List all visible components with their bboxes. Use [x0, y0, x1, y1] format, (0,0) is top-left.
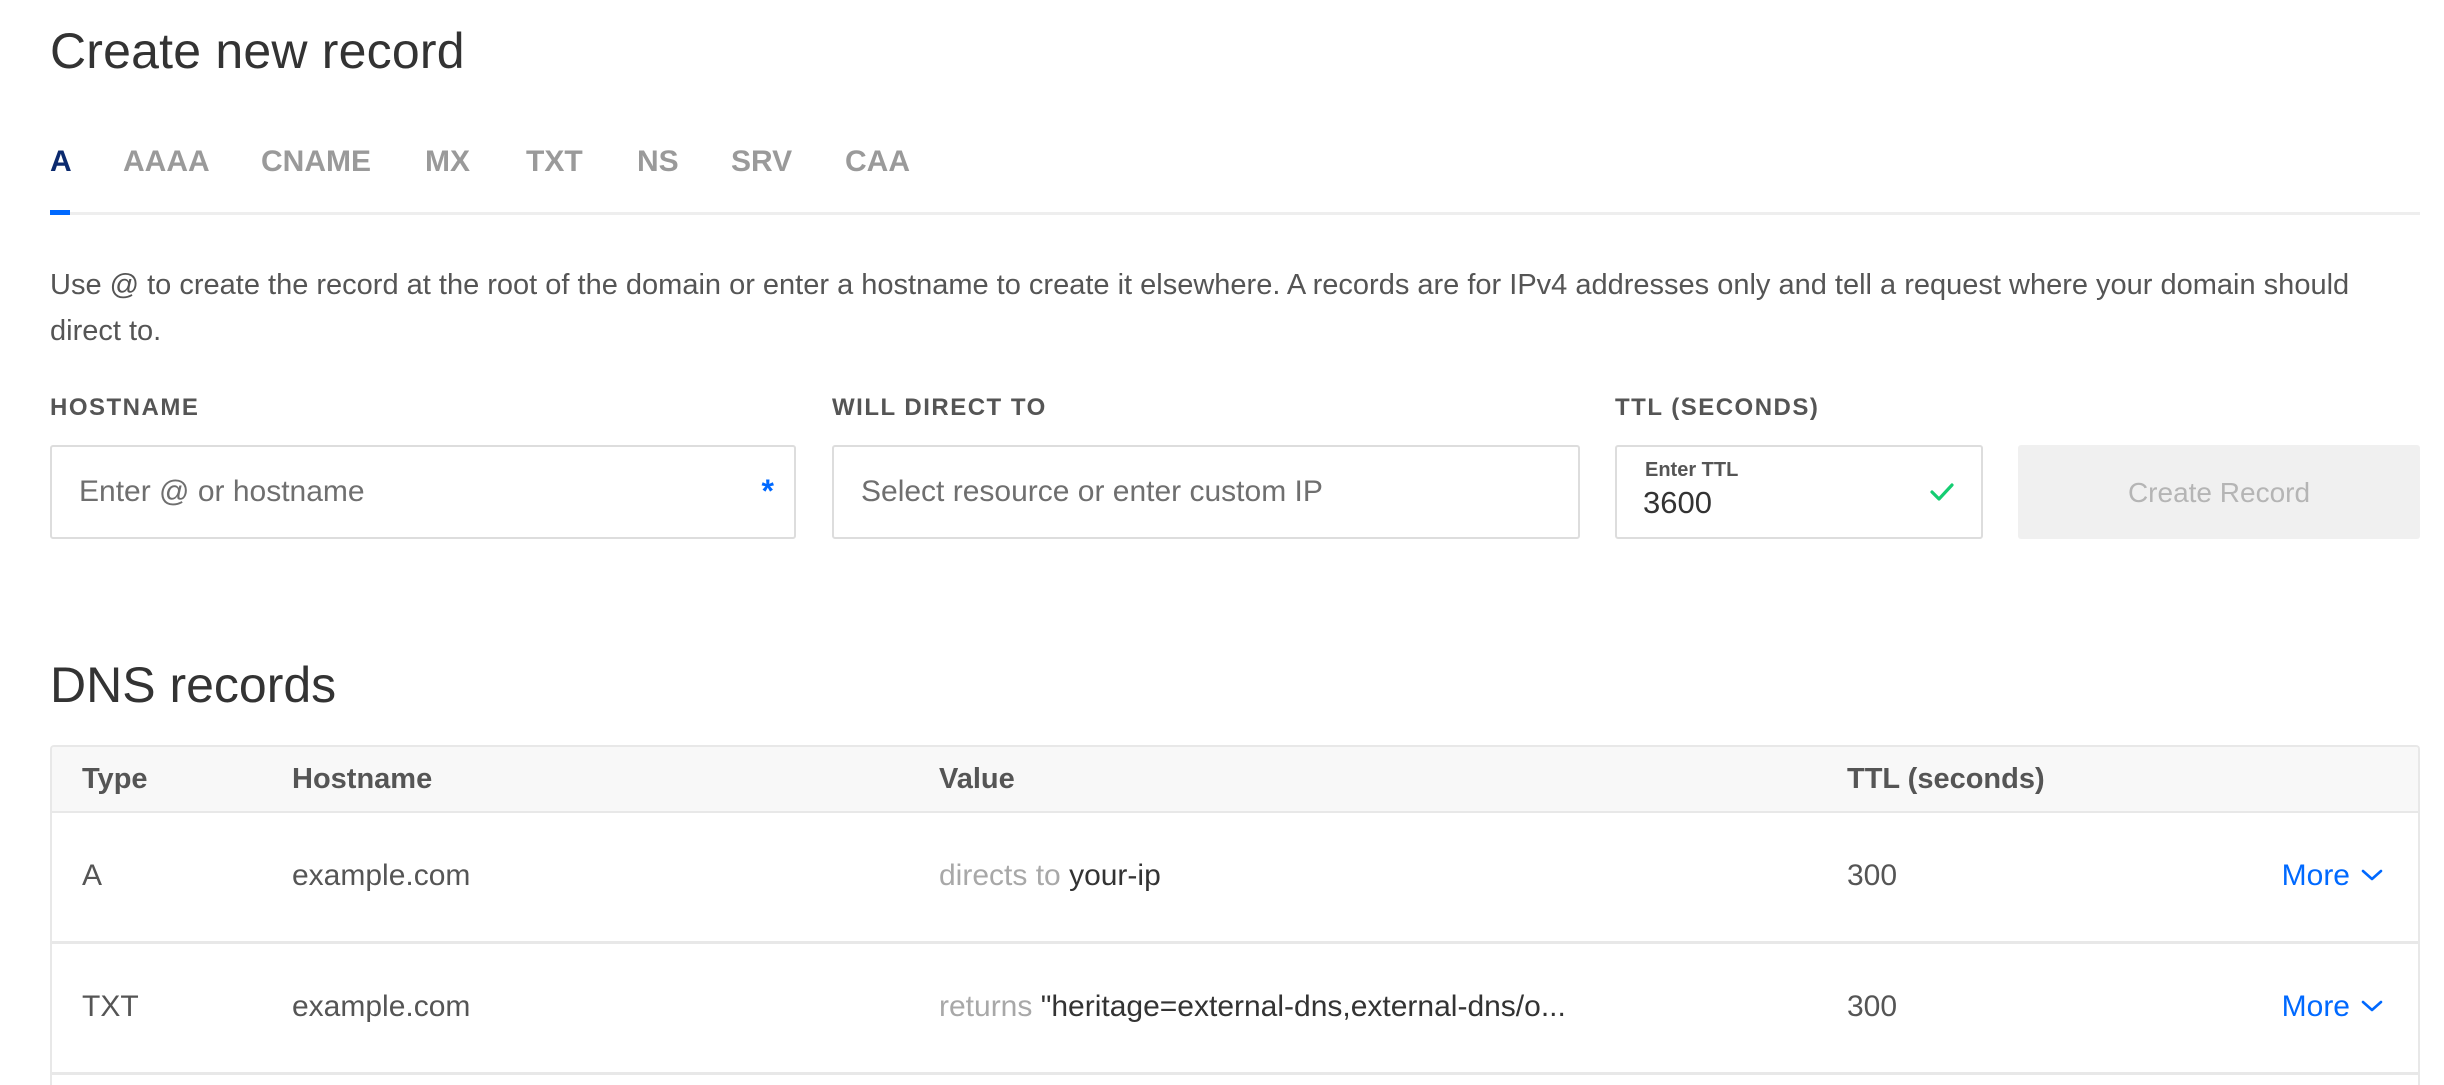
row-ttl: 300: [1847, 859, 1898, 892]
ttl-label: TTL (SECONDS): [1615, 394, 1820, 421]
more-menu-button[interactable]: More: [2282, 813, 2384, 939]
table-row: [52, 1075, 2418, 1085]
table-row: A example.com directs to your-ip 300 Mor…: [52, 813, 2418, 944]
table-row: TXT example.com returns "heritage=extern…: [52, 944, 2418, 1075]
create-record-button[interactable]: Create Record: [2018, 445, 2420, 539]
row-value-text: your-ip: [1069, 859, 1161, 892]
row-type: A: [82, 859, 103, 892]
chevron-down-icon: [2361, 869, 2383, 881]
tab-ns[interactable]: NS: [637, 140, 679, 212]
tab-cname[interactable]: CNAME: [261, 140, 371, 212]
row-value-prefix: returns: [939, 990, 1033, 1023]
hostname-label: HOSTNAME: [50, 394, 200, 421]
chevron-down-icon: [2361, 1000, 2383, 1012]
tab-a[interactable]: A: [50, 140, 72, 215]
direct-to-input[interactable]: Select resource or enter custom IP: [832, 445, 1580, 539]
ttl-inner-label: Enter TTL: [1645, 459, 1739, 481]
page-title: Create new record: [50, 23, 465, 79]
table-header: Type Hostname Value TTL (seconds): [52, 747, 2418, 813]
row-value: returns "heritage=external-dns,external-…: [939, 944, 1566, 1070]
column-value: Value: [939, 763, 1015, 795]
ttl-value: 3600: [1643, 485, 1712, 520]
direct-to-placeholder: Select resource or enter custom IP: [861, 475, 1323, 508]
column-ttl: TTL (seconds): [1847, 763, 2045, 795]
row-type: TXT: [82, 990, 139, 1023]
required-mark: *: [761, 473, 774, 509]
record-description: Use @ to create the record at the root o…: [50, 269, 2350, 347]
more-menu-button[interactable]: More: [2282, 944, 2384, 1070]
more-label: More: [2281, 859, 2350, 892]
ttl-input[interactable]: Enter TTL 3600: [1615, 445, 1983, 539]
tab-txt[interactable]: TXT: [526, 140, 583, 212]
record-type-tabs: A AAAA CNAME MX TXT NS SRV CAA: [50, 140, 2420, 215]
tab-aaaa[interactable]: AAAA: [123, 140, 210, 212]
more-label: More: [2281, 990, 2350, 1023]
direct-to-label: WILL DIRECT TO: [832, 394, 1047, 421]
dns-records-table: Type Hostname Value TTL (seconds) A exam…: [50, 745, 2420, 1085]
row-hostname: example.com: [292, 859, 471, 892]
tab-caa[interactable]: CAA: [845, 140, 910, 212]
row-value-prefix: directs to: [939, 859, 1061, 892]
row-hostname: example.com: [292, 990, 471, 1023]
check-icon: [1930, 483, 1954, 501]
tab-mx[interactable]: MX: [425, 140, 470, 212]
tab-srv[interactable]: SRV: [731, 140, 792, 212]
row-value: directs to your-ip: [939, 813, 1161, 939]
column-hostname: Hostname: [292, 763, 433, 795]
row-ttl: 300: [1847, 990, 1898, 1023]
column-type: Type: [82, 763, 148, 795]
dns-records-title: DNS records: [50, 657, 337, 713]
row-value-text: "heritage=external-dns,external-dns/o...: [1040, 990, 1566, 1023]
hostname-placeholder: Enter @ or hostname: [79, 475, 365, 508]
hostname-input[interactable]: Enter @ or hostname *: [50, 445, 796, 539]
